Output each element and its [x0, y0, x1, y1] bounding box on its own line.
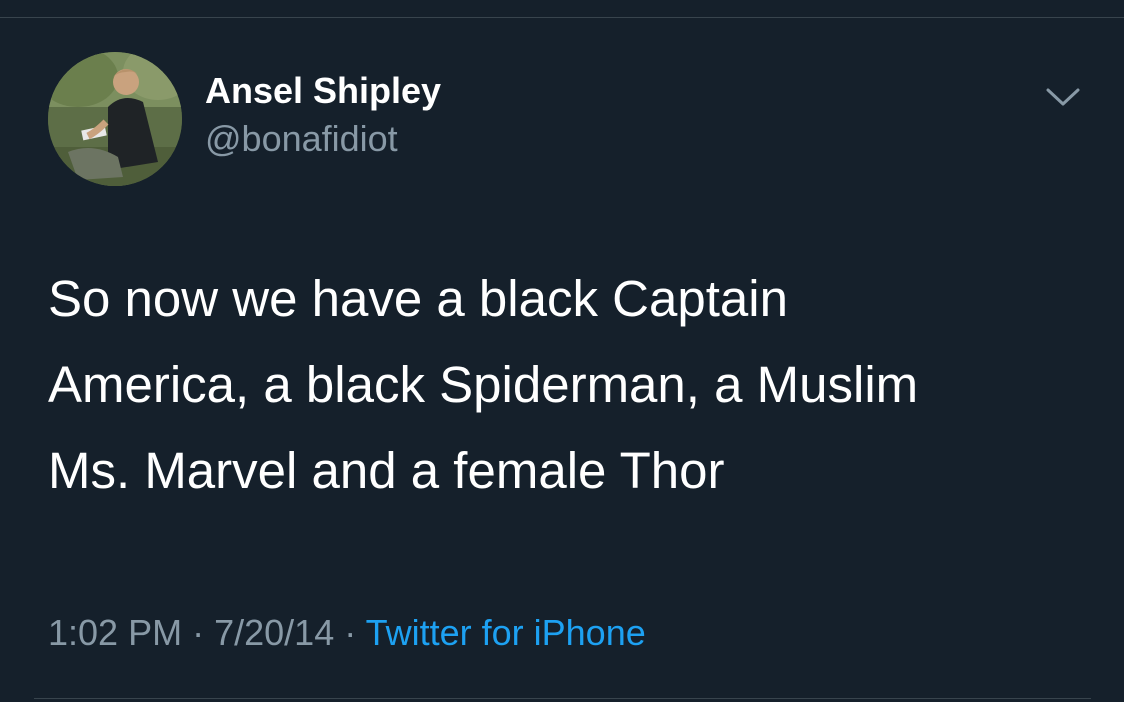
tweet-meta: 1:02 PM · 7/20/14 · Twitter for iPhone: [48, 612, 646, 654]
tweet-time: 1:02 PM: [48, 612, 183, 653]
tweet-source-link[interactable]: Twitter for iPhone: [366, 612, 646, 653]
meta-separator: ·: [192, 612, 205, 653]
top-divider: [0, 17, 1124, 18]
tweet-text: So now we have a black Captain America, …: [48, 270, 919, 499]
chevron-down-icon[interactable]: [1043, 82, 1083, 112]
author-handle[interactable]: @bonafidiot: [205, 118, 398, 160]
meta-separator: ·: [344, 612, 357, 653]
author-display-name[interactable]: Ansel Shipley: [205, 70, 441, 112]
bottom-divider: [34, 698, 1091, 699]
tweet-date[interactable]: 7/20/14: [214, 612, 334, 653]
avatar[interactable]: [48, 52, 182, 186]
chevron-down-icon-glyph: [1046, 88, 1080, 106]
avatar-photo: [48, 52, 182, 186]
tweet-detail: Ansel Shipley @bonafidiot So now we have…: [0, 0, 1124, 702]
